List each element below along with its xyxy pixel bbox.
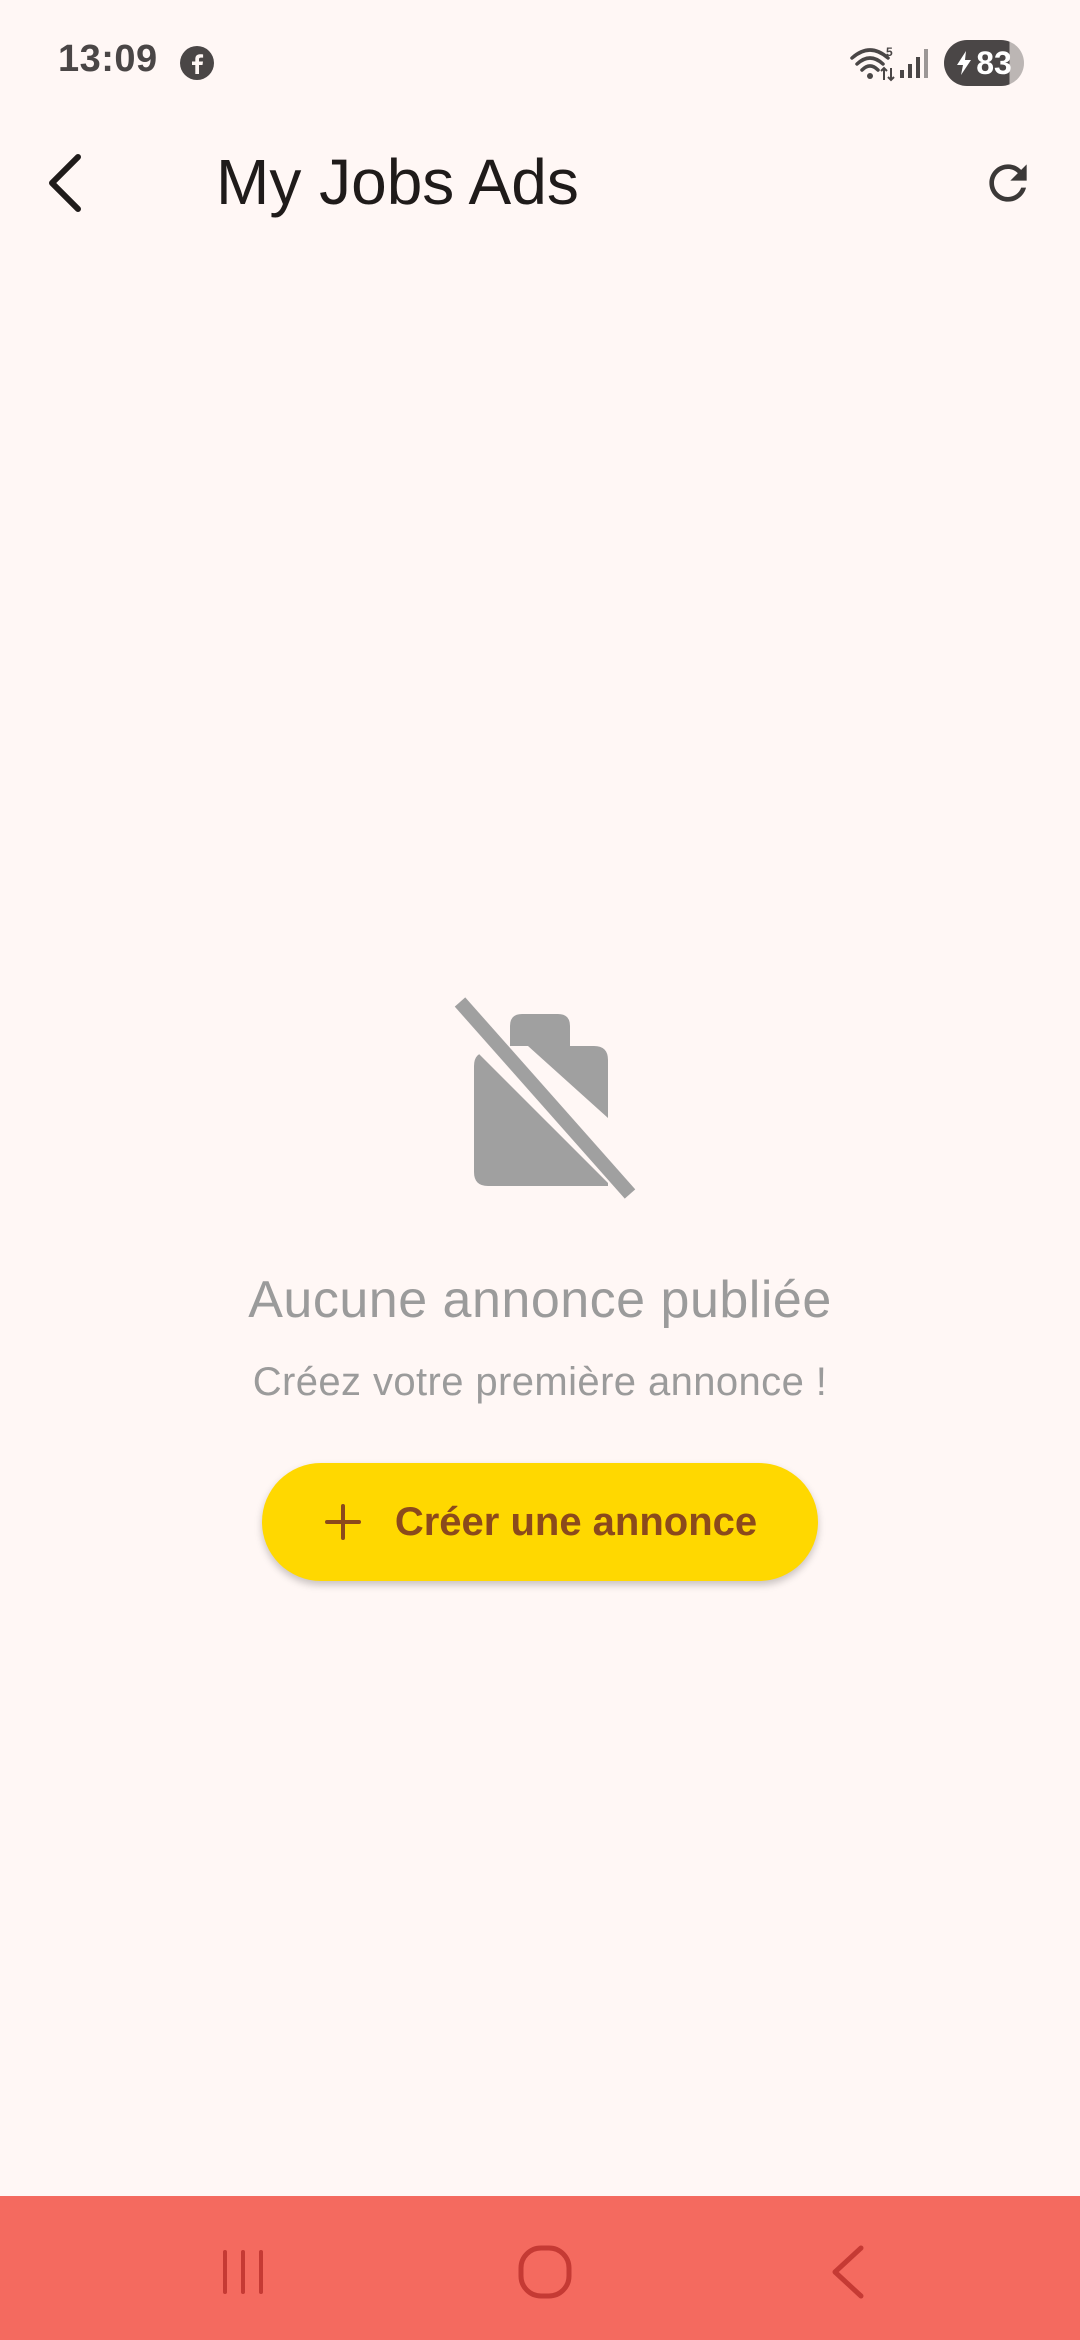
- back-icon: [832, 2245, 864, 2299]
- status-bar: 13:09 5 83: [0, 0, 1080, 125]
- status-time: 13:09: [58, 38, 158, 80]
- empty-title: Aucune annonce publiée: [248, 1271, 832, 1329]
- recents-icon: [223, 2250, 263, 2294]
- facebook-icon: [180, 46, 214, 80]
- empty-state: Aucune annonce publiée Créez votre premi…: [0, 990, 1080, 1581]
- battery-level: 83: [976, 44, 1012, 81]
- battery-indicator: 83: [944, 40, 1024, 86]
- create-ad-button-label: Créer une annonce: [394, 1499, 758, 1544]
- back-button[interactable]: [30, 147, 102, 219]
- wifi-icon: 5: [850, 45, 895, 82]
- refresh-icon: [989, 164, 1027, 202]
- page-title: My Jobs Ads: [216, 146, 579, 218]
- empty-subtitle: Créez votre première annonce !: [252, 1360, 828, 1404]
- app-bar: My Jobs Ads: [0, 125, 1080, 240]
- system-nav-bar: [0, 2196, 1080, 2340]
- refresh-button[interactable]: [972, 147, 1044, 219]
- home-icon: [518, 2245, 572, 2299]
- home-button[interactable]: [505, 2232, 585, 2312]
- battery-charging-icon: [957, 51, 972, 75]
- plus-icon: [324, 1504, 361, 1540]
- create-ad-button[interactable]: Créer une annonce: [262, 1463, 818, 1581]
- svg-text:5: 5: [886, 45, 893, 59]
- signal-icon: [900, 49, 928, 78]
- work-off-icon: [451, 997, 636, 1199]
- nav-back-button[interactable]: [808, 2232, 888, 2312]
- recents-button[interactable]: [203, 2232, 283, 2312]
- back-arrow-icon: [49, 154, 81, 212]
